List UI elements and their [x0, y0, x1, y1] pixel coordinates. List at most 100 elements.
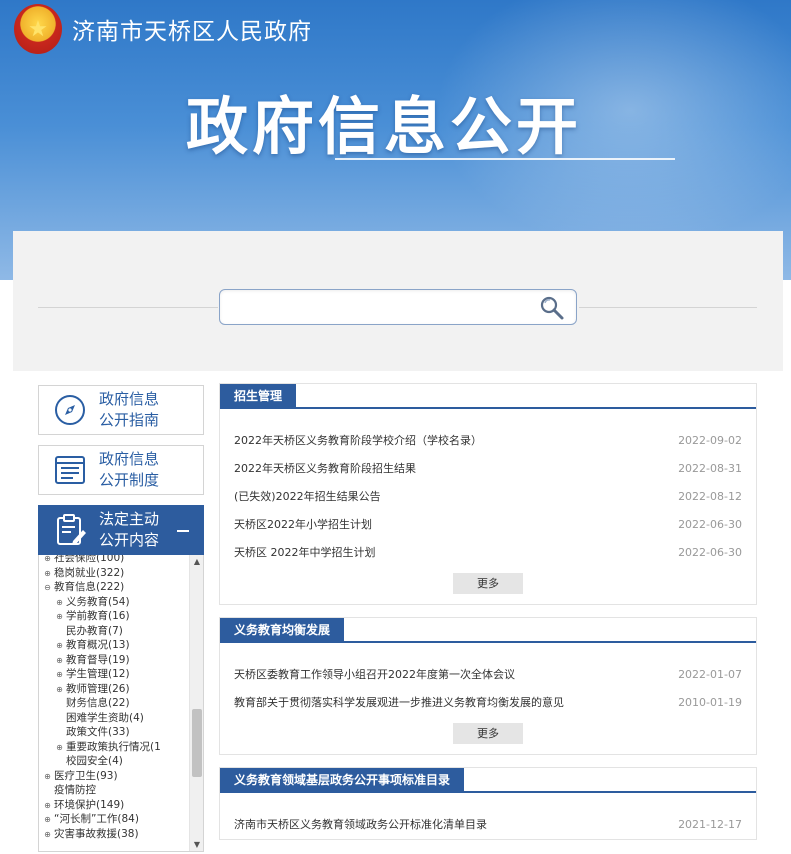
main-content: 政府信息 公开指南 政府信息 公开制度 法定主动 公开内容 ⊕ 社会保险(100… [13, 231, 783, 854]
news-item-title[interactable]: (已失效)2022年招生结果公告 [234, 490, 381, 503]
tree-node[interactable]: ⊖ 教育信息(222) [43, 580, 189, 595]
news-section: 招生管理 2022年天桥区义务教育阶段学校介绍（学校名录） 2022-09-02 20… [219, 383, 757, 605]
news-item[interactable]: 天桥区 2022年中学招生计划 2022-06-30 [234, 539, 742, 567]
tree-node[interactable]: ⊕ 教师管理(26) [43, 682, 189, 697]
news-item-title[interactable]: 教育部关于贯彻落实科学发展观进一步推进义务教育均衡发展的意见 [234, 696, 564, 709]
guide-label-text: 法定主动 公开内容 [99, 510, 160, 549]
expand-toggle-icon[interactable]: ⊕ [43, 830, 52, 839]
tree-node-label[interactable]: 重要政策执行情况(1 [66, 741, 161, 753]
tree-node[interactable]: ⊕ 学前教育(16) [43, 609, 189, 624]
expand-toggle-icon[interactable]: ⊕ [55, 641, 64, 650]
tree-node-label[interactable]: 学生管理(12) [66, 668, 130, 680]
tree-node[interactable]: ⊕ 社会保险(100) [43, 555, 189, 566]
section-items: 2022年天桥区义务教育阶段学校介绍（学校名录） 2022-09-02 2022年天… [220, 409, 756, 567]
expand-toggle-icon[interactable]: ⊕ [43, 569, 52, 578]
news-item-title[interactable]: 济南市天桥区义务教育领域政务公开标准化清单目录 [234, 818, 487, 831]
collapse-toggle-icon[interactable]: ⊖ [43, 583, 52, 592]
expand-toggle-icon[interactable]: ⊕ [43, 801, 52, 810]
tree-node-label[interactable]: 稳岗就业(322) [54, 567, 124, 579]
section-title[interactable]: 义务教育领域基层政务公开事项标准目录 [220, 768, 465, 793]
tree-node-label[interactable]: 疫情防控 [54, 784, 96, 796]
site-name[interactable]: 济南市天桥区人民政府 [72, 12, 312, 46]
tree-node[interactable]: ⊕ 义务教育(54) [43, 595, 189, 610]
tree-node[interactable]: ⊕ 灾害事故救援(38) [43, 827, 189, 842]
tree-node-label[interactable]: 教师管理(26) [66, 683, 130, 695]
expand-toggle-icon[interactable]: ⊕ [55, 598, 64, 607]
news-item-title[interactable]: 天桥区委教育工作领导小组召开2022年度第一次全体会议 [234, 668, 515, 681]
search-icon[interactable] [538, 294, 566, 322]
guide-disclosure-system[interactable]: 政府信息 公开制度 [38, 445, 204, 495]
tree-node-label[interactable]: 教育信息(222) [54, 581, 124, 593]
tree-node-label[interactable]: 灾害事故救援(38) [54, 828, 139, 840]
news-item[interactable]: 天桥区2022年小学招生计划 2022-06-30 [234, 511, 742, 539]
tree-node[interactable]: ⊕ “河长制”工作(84) [43, 812, 189, 827]
news-item[interactable]: 教育部关于贯彻落实科学发展观进一步推进义务教育均衡发展的意见 2010-01-19 [234, 689, 742, 717]
expand-toggle-icon[interactable]: ⊕ [55, 656, 64, 665]
more-button[interactable]: 更多 [453, 723, 523, 744]
tree-scrollbar[interactable]: ▲ ▼ [189, 555, 203, 851]
tree-node[interactable]: ⊕ 环境保护(149) [43, 798, 189, 813]
news-item-title[interactable]: 2022年天桥区义务教育阶段招生结果 [234, 462, 416, 475]
news-item[interactable]: 济南市天桥区义务教育领域政务公开标准化清单目录 2021-12-17 [234, 811, 742, 839]
news-item-date: 2021-12-17 [678, 818, 742, 831]
tree-node-label[interactable]: 环境保护(149) [54, 799, 124, 811]
tree-node-label[interactable]: 医疗卫生(93) [54, 770, 118, 782]
expand-toggle-icon[interactable]: ⊕ [55, 685, 64, 694]
tree-node[interactable]: ⊕ 重要政策执行情况(1 [43, 740, 189, 755]
tree-node-label[interactable]: 教育督导(19) [66, 654, 130, 666]
expand-toggle-icon[interactable]: ⊕ [43, 555, 52, 563]
news-item-date: 2022-08-31 [678, 462, 742, 475]
section-header: 招生管理 [220, 384, 756, 409]
more-button[interactable]: 更多 [453, 573, 523, 594]
tree-node-label[interactable]: 政策文件(33) [66, 726, 130, 738]
news-item-title[interactable]: 天桥区2022年小学招生计划 [234, 518, 372, 531]
tree-node-label[interactable]: 教育概况(13) [66, 639, 130, 651]
tree-node-label[interactable]: 财务信息(22) [66, 697, 130, 709]
tree-node-label[interactable]: “河长制”工作(84) [54, 813, 139, 825]
news-item[interactable]: 天桥区委教育工作领导小组召开2022年度第一次全体会议 2022-01-07 [234, 661, 742, 689]
news-item[interactable]: 2022年天桥区义务教育阶段招生结果 2022-08-31 [234, 455, 742, 483]
tree-node[interactable]: ⊕ 稳岗就业(322) [43, 566, 189, 581]
news-item-title[interactable]: 2022年天桥区义务教育阶段学校介绍（学校名录） [234, 434, 482, 447]
news-item-title[interactable]: 天桥区 2022年中学招生计划 [234, 546, 376, 559]
news-item-date: 2010-01-19 [678, 696, 742, 709]
section-title[interactable]: 招生管理 [220, 384, 297, 409]
tree-node-label[interactable]: 社会保险(100) [54, 555, 124, 564]
scroll-up-icon[interactable]: ▲ [190, 555, 203, 569]
news-item[interactable]: 2022年天桥区义务教育阶段学校介绍（学校名录） 2022-09-02 [234, 427, 742, 455]
tree-node[interactable]: 校园安全(4) [43, 754, 189, 769]
tree-node[interactable]: ⊕ 教育概况(13) [43, 638, 189, 653]
guide-statutory-content[interactable]: 法定主动 公开内容 [38, 505, 204, 555]
tree-node-label[interactable]: 义务教育(54) [66, 596, 130, 608]
tree-node-label[interactable]: 学前教育(16) [66, 610, 130, 622]
tree-node-label[interactable]: 民办教育(7) [66, 625, 123, 637]
section-header: 义务教育均衡发展 [220, 618, 756, 643]
tree-node[interactable]: ⊕ 学生管理(12) [43, 667, 189, 682]
tree-node[interactable]: 财务信息(22) [43, 696, 189, 711]
guide-label: 政府信息 公开制度 [99, 449, 159, 491]
expand-toggle-icon[interactable]: ⊕ [55, 743, 64, 752]
tree-node[interactable]: ⊕ 教育督导(19) [43, 653, 189, 668]
tree-node[interactable]: 民办教育(7) [43, 624, 189, 639]
scroll-thumb[interactable] [192, 709, 202, 777]
tree-node[interactable]: ⊕ 医疗卫生(93) [43, 769, 189, 784]
tree-node-label[interactable]: 校园安全(4) [66, 755, 123, 767]
tree-node[interactable]: 困难学生资助(4) [43, 711, 189, 726]
expand-toggle-icon[interactable]: ⊕ [43, 815, 52, 824]
expand-toggle-icon[interactable]: ⊕ [55, 612, 64, 621]
search-input[interactable] [219, 289, 577, 325]
scroll-down-icon[interactable]: ▼ [190, 838, 203, 851]
collapse-icon[interactable] [177, 530, 189, 532]
expand-toggle-icon[interactable]: ⊕ [43, 772, 52, 781]
news-item[interactable]: (已失效)2022年招生结果公告 2022-08-12 [234, 483, 742, 511]
expand-toggle-icon[interactable]: ⊕ [55, 670, 64, 679]
tree-node[interactable]: 疫情防控 [43, 783, 189, 798]
tree-node-label[interactable]: 困难学生资助(4) [66, 712, 144, 724]
tree-node[interactable]: 政策文件(33) [43, 725, 189, 740]
guide-disclosure-guidelines[interactable]: 政府信息 公开指南 [38, 385, 204, 435]
section-title[interactable]: 义务教育均衡发展 [220, 618, 345, 643]
